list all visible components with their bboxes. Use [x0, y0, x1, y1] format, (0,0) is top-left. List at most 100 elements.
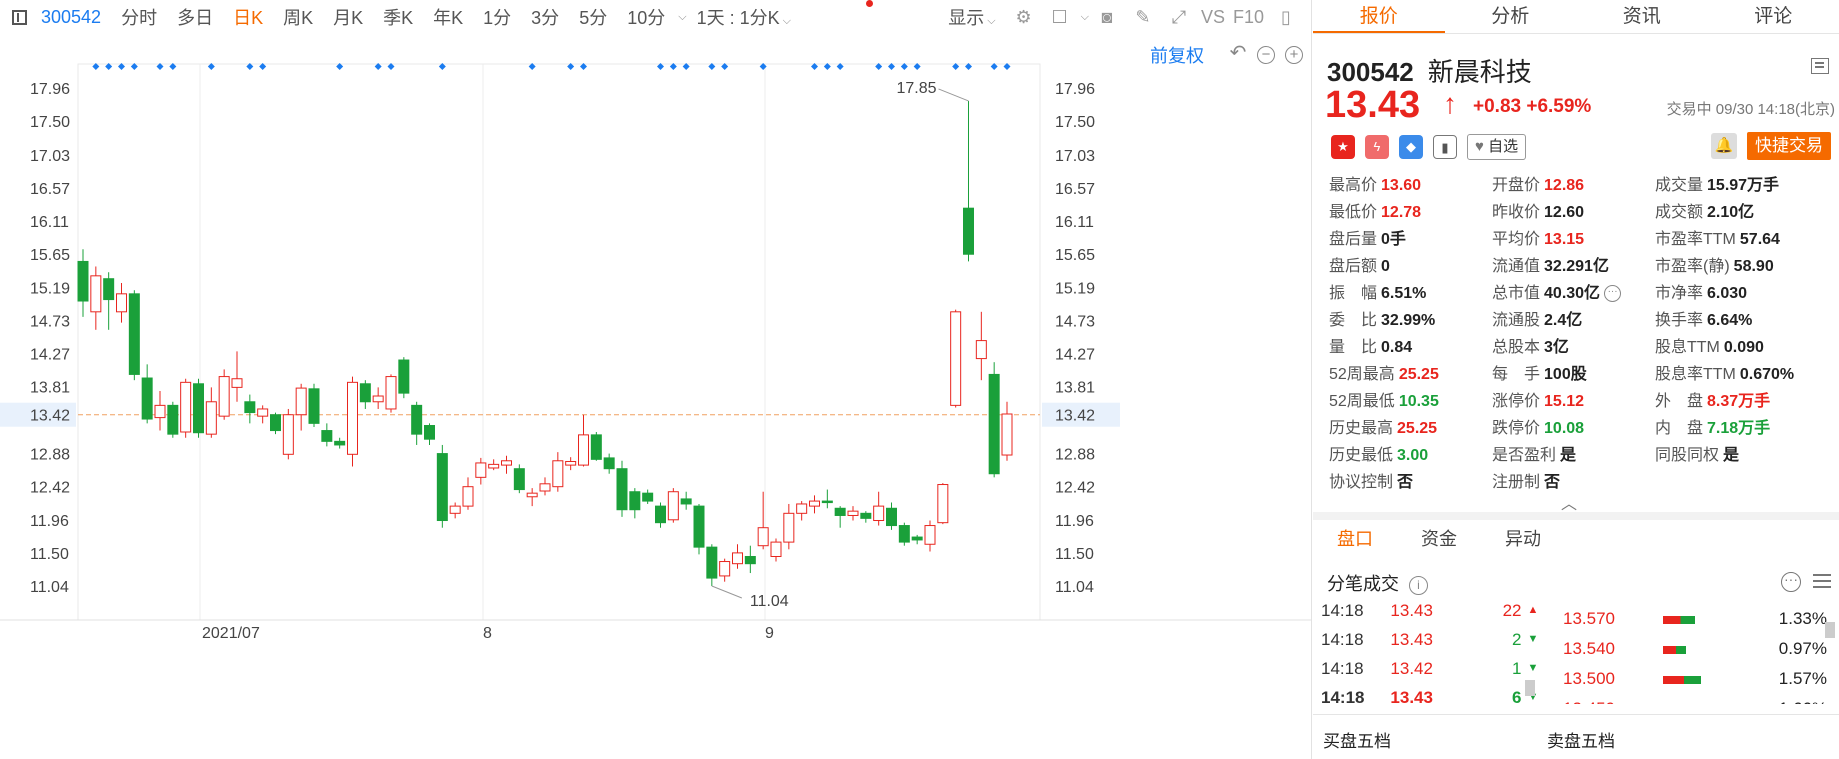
period-tab-10min[interactable]: 10分 [617, 4, 675, 30]
tab-news[interactable]: 资讯 [1576, 0, 1708, 33]
y-tick-label-right: 17.96 [1055, 81, 1095, 98]
candle-up [475, 462, 487, 478]
display-select[interactable]: 显示 ⌵ [938, 4, 1005, 30]
period-tab-multiday[interactable]: 多日 [167, 4, 223, 30]
y-tick-label-right: 17.50 [1055, 114, 1095, 131]
stat-value: 6.030 [1707, 285, 1748, 302]
trade-volume: 2 [1512, 630, 1522, 649]
camera-icon[interactable]: ◙ [1096, 6, 1118, 28]
distribution-percent: 1.57% [1778, 669, 1827, 688]
candle-down [744, 555, 756, 565]
period-tab-1min[interactable]: 1分 [473, 4, 521, 30]
vs-button[interactable]: VS [1197, 7, 1229, 28]
distribution-scrollbar[interactable] [1825, 622, 1835, 638]
candle-up [257, 408, 269, 417]
candle-down [860, 512, 872, 519]
trade-volume: 1 [1512, 659, 1522, 678]
fullscreen-icon[interactable]: ⤢ [1168, 6, 1190, 28]
max-price-label: 17.85 [897, 80, 937, 97]
candle-up [501, 460, 512, 466]
tab-quote[interactable]: 报价 [1313, 0, 1445, 33]
distribution-price: 13.570 [1563, 609, 1615, 628]
sidebar-toggle-icon[interactable] [12, 9, 27, 25]
quick-trade-button[interactable]: 快捷交易 [1747, 132, 1831, 160]
period-tab-monthly-k[interactable]: 月K [323, 4, 373, 30]
stat-label: 最高价 [1329, 177, 1378, 194]
y-tick-label-left: 11.96 [30, 513, 69, 530]
bell-icon[interactable]: 🔔 [1711, 133, 1737, 159]
menu-icon[interactable] [1813, 574, 1831, 588]
stat-cell: 涨停价 15.12 [1492, 388, 1655, 415]
buy-five-label[interactable]: 买盘五档 [1323, 727, 1391, 752]
list-view-icon[interactable] [1811, 58, 1829, 74]
stock-code-label[interactable]: 300542 [37, 7, 111, 28]
stat-value: 15.12 [1544, 393, 1585, 410]
candle-down [193, 383, 204, 434]
period-tab-weekly-k[interactable]: 周K [273, 4, 323, 30]
notification-dot [866, 0, 873, 7]
sell-five-label[interactable]: 卖盘五档 [1547, 727, 1615, 752]
panel-toggle-icon[interactable]: ▯ [1275, 6, 1297, 28]
add-favorite-button[interactable]: ♥ 自选 [1467, 134, 1527, 160]
stat-value: 0.670% [1739, 366, 1795, 383]
y-tick-label-right: 13.81 [1055, 380, 1095, 397]
period-tab-3min[interactable]: 3分 [521, 4, 569, 30]
stat-label: 换手率 [1655, 312, 1704, 329]
trades-scrollbar[interactable] [1525, 680, 1535, 696]
tab-anomaly[interactable]: 异动 [1481, 525, 1565, 551]
triangle-down-icon: ▼ [1527, 633, 1539, 645]
stat-label: 昨收价 [1492, 204, 1541, 221]
y-tick-label-left: 15.19 [30, 280, 70, 297]
tab-fund-flow[interactable]: 资金 [1397, 525, 1481, 551]
period-more-chevron-icon[interactable]: ⌵ [678, 11, 686, 24]
display-label: 显示 [948, 8, 985, 28]
candle-down [103, 278, 115, 301]
stat-value: 32.99% [1381, 312, 1436, 329]
more-icon[interactable]: ··· [1604, 285, 1622, 303]
stat-cell: 52周最高 25.25 [1329, 361, 1492, 388]
candle-up [539, 483, 551, 492]
f10-button[interactable]: F10 [1229, 7, 1268, 28]
last-price: 13.43 [1325, 84, 1421, 126]
period-tab-quarterly-k[interactable]: 季K [373, 4, 423, 30]
candle-down [359, 383, 371, 403]
trade-row: 14:18 13.43 22 ▲ [1321, 596, 1541, 625]
period-tab-yearly-k[interactable]: 年K [423, 4, 473, 30]
pen-icon[interactable]: ✎ [1132, 6, 1154, 28]
candle-down [128, 293, 140, 375]
stat-label: 盘后量 [1329, 231, 1378, 248]
stat-label: 开盘价 [1492, 177, 1541, 194]
tick-trades-list[interactable]: 14:18 13.43 22 ▲ 14:18 13.43 2 ▼ 14:18 13.42 1 ▼ 14:… [1321, 596, 1541, 704]
period-tab-5min[interactable]: 5分 [569, 4, 617, 30]
tab-order-panel[interactable]: 盘口 [1313, 525, 1397, 551]
plot-frame [77, 63, 1041, 621]
period-tab-fenshi[interactable]: 分时 [111, 4, 167, 30]
stat-value: 2.4亿 [1544, 312, 1583, 329]
kline-chart[interactable]: 17.96 17.96 17.50 17.50 17.03 17.03 16.57 16.57… [0, 34, 1312, 759]
stat-label: 股息TTM [1655, 339, 1720, 356]
tab-analysis[interactable]: 分析 [1445, 0, 1577, 33]
candle-up [552, 460, 564, 488]
chevron-down-icon[interactable]: ⌵ [1081, 11, 1089, 24]
candle-up [847, 510, 859, 516]
stat-value: 2.10亿 [1707, 204, 1755, 221]
bookmark-icon[interactable]: ▮ [1433, 135, 1457, 159]
candle-up [950, 311, 962, 406]
collapse-chevron-icon[interactable]: ︿ [1561, 490, 1577, 514]
candle-down [898, 525, 910, 543]
candle-up [90, 275, 102, 313]
info-icon[interactable]: i [1409, 575, 1428, 595]
stat-label: 量 比 [1329, 339, 1378, 356]
checkbox-icon[interactable]: ☐ [1049, 6, 1071, 28]
candle-up [154, 404, 166, 419]
distribution-row: 13.450 1.66% [1563, 694, 1831, 704]
y-tick-label-right: 11.04 [1055, 579, 1094, 596]
tab-comments[interactable]: 评论 [1708, 0, 1839, 33]
more-icon[interactable]: ··· [1781, 572, 1801, 592]
y-tick-label-right: 16.11 [1055, 214, 1094, 231]
period-tab-daily-k[interactable]: 日K [223, 4, 273, 30]
gear-icon[interactable]: ⚙ [1013, 6, 1035, 28]
stat-cell: 委 比 32.99% [1329, 307, 1492, 334]
range-select[interactable]: 1天 : 1分K ⌵ [687, 4, 801, 30]
stat-value: 6.64% [1707, 312, 1753, 329]
